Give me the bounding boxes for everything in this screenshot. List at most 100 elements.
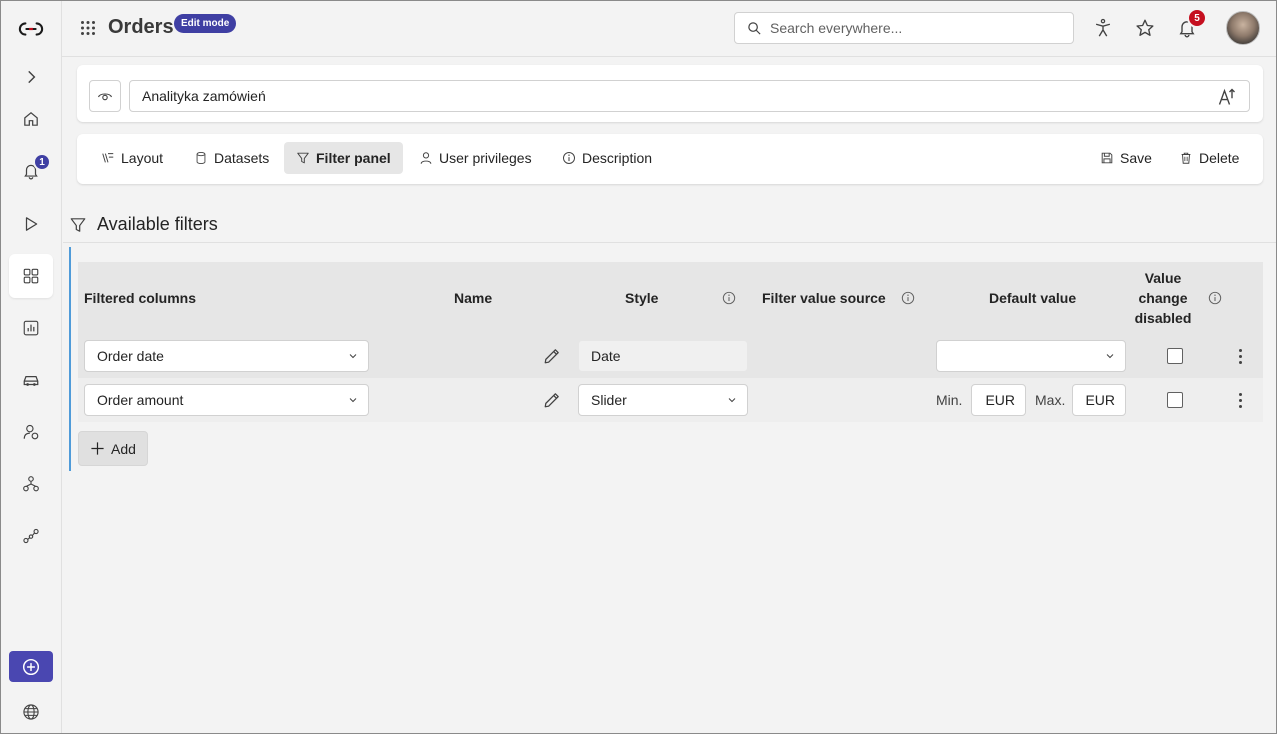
eye-icon (97, 93, 113, 101)
connections-icon[interactable] (9, 514, 53, 558)
visibility-toggle-button[interactable] (89, 80, 121, 112)
tab-label: Datasets (214, 150, 270, 166)
rail-notifications-button[interactable]: 1 (9, 149, 53, 193)
edit-pencil-icon[interactable] (543, 391, 561, 409)
report-chart-icon[interactable] (9, 306, 53, 350)
max-label: Max. (1035, 392, 1066, 408)
app-launcher-icon[interactable] (80, 20, 96, 36)
filter-icon (297, 152, 309, 164)
save-button[interactable]: Save (1088, 142, 1164, 174)
global-search[interactable] (734, 12, 1074, 44)
top-header: Orders Edit mode 5 (62, 1, 1276, 57)
expand-chevron-icon[interactable] (9, 55, 53, 99)
filtered-column-value: Order amount (97, 392, 184, 408)
tab-label: Filter panel (316, 150, 391, 166)
style-dropdown[interactable]: Slider (578, 384, 748, 416)
style-info-icon[interactable] (722, 291, 736, 305)
add-filter-button[interactable]: Add (78, 431, 148, 466)
hierarchy-icon[interactable] (9, 462, 53, 506)
section-title-text: Available filters (97, 214, 218, 234)
header-value-change-disabled-line1: Value (1144, 270, 1182, 286)
report-name-field[interactable]: Analityka zamówień (129, 80, 1250, 112)
header-notification-badge: 5 (1187, 8, 1207, 28)
tab-layout[interactable]: Layout (89, 142, 175, 174)
section-divider (63, 242, 1276, 243)
layout-icon (102, 153, 114, 163)
filtered-column-value: Order date (97, 348, 164, 364)
edit-mode-badge: Edit mode (174, 14, 237, 33)
delete-button[interactable]: Delete (1167, 142, 1251, 174)
search-input[interactable] (770, 20, 1060, 36)
add-circle-button[interactable] (9, 651, 53, 682)
play-icon[interactable] (9, 202, 53, 246)
max-currency: EUR (1085, 392, 1115, 408)
min-currency: EUR (985, 392, 1015, 408)
tab-label: Layout (121, 150, 164, 166)
tab-label: User privileges (439, 150, 532, 166)
add-label: Add (111, 440, 136, 457)
person-icon (420, 152, 432, 164)
header-style: Style (625, 290, 659, 306)
default-value-dropdown[interactable] (936, 340, 1126, 372)
app-window: 1 Orders Edit mode Search everywhere... … (0, 0, 1277, 734)
header-filtered-columns: Filtered columns (84, 290, 197, 306)
apps-grid-icon[interactable] (9, 254, 53, 298)
filtered-column-dropdown[interactable]: Order date (84, 340, 369, 372)
header-default-value: Default value (989, 290, 1077, 306)
add-circle-icon (22, 658, 40, 675)
value-change-disabled-checkbox[interactable] (1167, 392, 1183, 408)
search-icon (748, 21, 761, 35)
header-name: Name (454, 290, 493, 306)
filtered-column-dropdown[interactable]: Order amount (84, 384, 369, 416)
filter-icon (70, 217, 86, 232)
trash-icon (1181, 152, 1191, 164)
chevron-down-icon (1106, 354, 1114, 359)
save-icon (1101, 152, 1113, 164)
filters-table-header: Filtered columns Name Style Filter value… (78, 262, 1263, 334)
max-value-input[interactable]: EUR (1072, 384, 1126, 416)
tab-user-privileges[interactable]: User privileges (407, 142, 544, 174)
globe-icon[interactable] (9, 690, 53, 733)
report-name-card: Analityka zamówień (77, 65, 1263, 122)
header-value-change-disabled-line2: change (1138, 290, 1188, 306)
header-filter-value-source: Filter value source (762, 290, 886, 306)
chevron-down-icon (349, 354, 357, 359)
logo-icon[interactable] (9, 7, 53, 51)
delete-label: Delete (1199, 150, 1240, 166)
min-value-input[interactable]: EUR (971, 384, 1026, 416)
row-more-options-icon[interactable] (1232, 390, 1248, 410)
left-rail: 1 (1, 1, 62, 733)
edit-pencil-icon[interactable] (543, 347, 561, 365)
style-field: Date (578, 340, 748, 372)
tab-datasets[interactable]: Datasets (182, 142, 281, 174)
database-icon (196, 152, 206, 164)
value-change-disabled-checkbox[interactable] (1167, 348, 1183, 364)
favorites-star-icon[interactable] (1132, 15, 1158, 41)
report-name-value: Analityka zamówień (142, 88, 266, 104)
user-settings-icon[interactable] (9, 410, 53, 454)
vehicle-icon[interactable] (9, 358, 53, 402)
row-more-options-icon[interactable] (1232, 346, 1248, 366)
filter-source-info-icon[interactable] (901, 291, 915, 305)
section-accent-bar (69, 247, 71, 471)
tab-description[interactable]: Description (550, 142, 664, 174)
style-value: Slider (591, 392, 627, 408)
table-row: Order date Date (78, 334, 1263, 378)
table-row: Order amount Slider Min. EUR Max. EUR (78, 378, 1263, 422)
save-label: Save (1120, 150, 1152, 166)
min-label: Min. (936, 392, 963, 408)
tab-filter-panel[interactable]: Filter panel (284, 142, 403, 174)
header-value-change-disabled-line3: disabled (1134, 310, 1192, 326)
plus-icon (91, 442, 104, 455)
info-icon (563, 152, 575, 164)
value-change-info-icon[interactable] (1208, 291, 1222, 305)
home-icon[interactable] (9, 97, 53, 141)
available-filters-heading: Available filters (69, 214, 218, 235)
translate-icon[interactable] (1217, 87, 1237, 107)
user-avatar[interactable] (1226, 11, 1260, 45)
chevron-down-icon (728, 398, 736, 403)
chevron-down-icon (349, 398, 357, 403)
accessibility-icon[interactable] (1090, 15, 1116, 41)
tab-label: Description (582, 150, 653, 166)
page-title: Orders (108, 16, 174, 38)
